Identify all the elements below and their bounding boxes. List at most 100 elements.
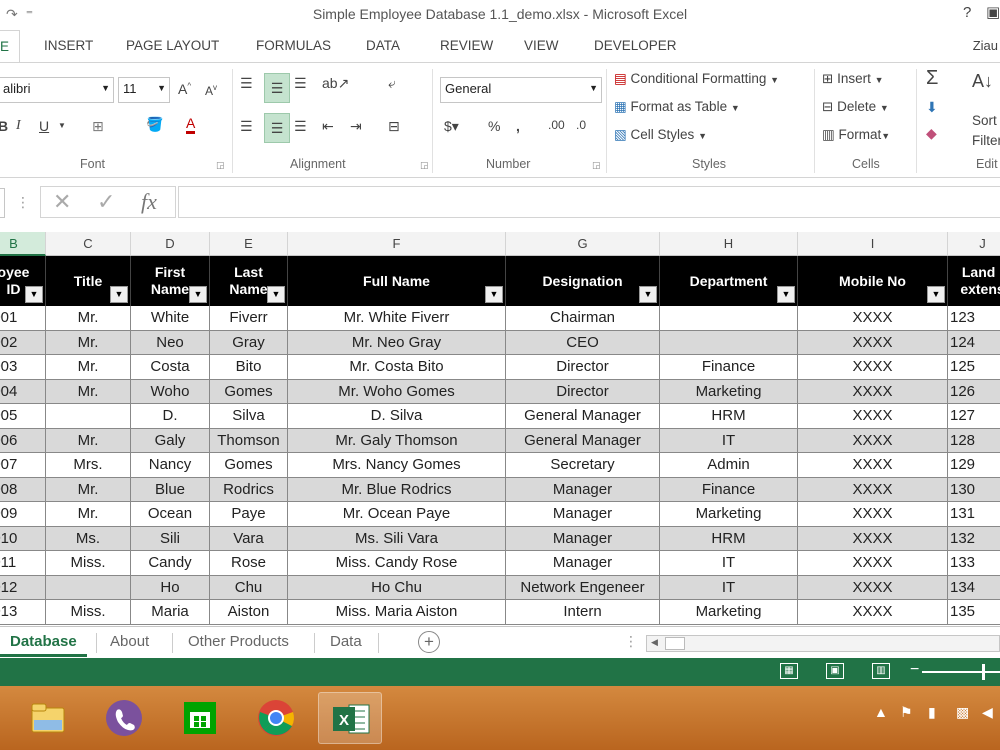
decrease-indent-icon[interactable]: ⇤ (322, 118, 334, 135)
italic-icon[interactable]: I (16, 118, 21, 134)
cell-full-name[interactable]: Mr. Costa Bito (288, 355, 506, 380)
cell-designation[interactable]: Manager (506, 526, 660, 551)
cell-department[interactable]: IT (660, 575, 798, 600)
cell-mobile-no[interactable]: XXXX (798, 575, 948, 600)
accounting-format-icon[interactable]: $▾ (444, 118, 459, 135)
cell-title[interactable]: Miss. (46, 600, 131, 625)
bold-icon[interactable]: B (0, 118, 8, 134)
cell-title[interactable]: Mr. (46, 306, 131, 331)
filter-dropdown-icon[interactable]: ▼ (110, 286, 128, 303)
format-as-table-button[interactable]: ▦ Format as Table ▼ (614, 99, 740, 115)
column-header-h[interactable]: H (660, 232, 798, 256)
cell-designation[interactable]: Intern (506, 600, 660, 625)
help-button[interactable]: ? (963, 4, 971, 21)
cell-title[interactable]: Mr. (46, 428, 131, 453)
cell-designation[interactable]: Chairman (506, 306, 660, 331)
column-header-j[interactable]: J (948, 232, 1000, 256)
cell-department[interactable]: IT (660, 551, 798, 576)
cell-mobile-no[interactable]: XXXX (798, 355, 948, 380)
cell-employee-id[interactable]: 5013 (0, 600, 46, 625)
underline-icon[interactable]: U (39, 118, 49, 134)
dialog-launcher-icon[interactable]: ◲ (420, 160, 429, 171)
cell-employee-id[interactable]: 5001 (0, 306, 46, 331)
cell-first-name[interactable]: Sili (131, 526, 210, 551)
align-bottom-icon[interactable]: ☰ (294, 75, 307, 92)
file-explorer-button[interactable] (16, 692, 80, 744)
cell-full-name[interactable]: Mr. Galy Thomson (288, 428, 506, 453)
align-top-icon[interactable]: ☰ (240, 75, 253, 92)
cell-land-extension[interactable]: 126 (948, 379, 1000, 404)
cell-employee-id[interactable]: 5003 (0, 355, 46, 380)
cell-designation[interactable]: Network Engeneer (506, 575, 660, 600)
cell-mobile-no[interactable]: XXXX (798, 453, 948, 478)
cell-employee-id[interactable]: 5008 (0, 477, 46, 502)
cell-mobile-no[interactable]: XXXX (798, 404, 948, 429)
cell-designation[interactable]: Director (506, 379, 660, 404)
tab-developer[interactable]: DEVELOPER (594, 38, 677, 53)
flag-icon[interactable]: ⚑ (900, 704, 913, 721)
cell-first-name[interactable]: Neo (131, 330, 210, 355)
align-middle-icon[interactable]: ☰ (264, 73, 290, 103)
cell-mobile-no[interactable]: XXXX (798, 551, 948, 576)
formula-input[interactable] (178, 186, 1000, 218)
font-color-icon[interactable]: A (186, 116, 196, 134)
cell-full-name[interactable]: D. Silva (288, 404, 506, 429)
cell-employee-id[interactable]: 5002 (0, 330, 46, 355)
sheet-tab-other-products[interactable]: Other Products (188, 633, 289, 650)
orientation-icon[interactable]: ab↗ (322, 75, 349, 92)
number-format-select[interactable]: General ▼ (440, 77, 602, 103)
cell-full-name[interactable]: Mr. Ocean Paye (288, 502, 506, 527)
merge-center-icon[interactable]: ⊟ (388, 118, 400, 135)
cell-full-name[interactable]: Miss. Candy Rose (288, 551, 506, 576)
tab-split-handle-icon[interactable]: ⋮ (624, 633, 638, 650)
cell-department[interactable]: Marketing (660, 502, 798, 527)
more-icon[interactable]: ⋮ (16, 194, 30, 211)
cell-department[interactable]: Marketing (660, 600, 798, 625)
chevron-down-icon[interactable]: ▼ (58, 121, 66, 130)
column-header-b[interactable]: B (0, 232, 46, 256)
align-left-icon[interactable]: ☰ (240, 118, 253, 135)
autosum-icon[interactable]: Σ (926, 67, 938, 90)
cell-full-name[interactable]: Mr. Neo Gray (288, 330, 506, 355)
cell-title[interactable]: Miss. (46, 551, 131, 576)
name-box[interactable] (0, 188, 5, 218)
cell-full-name[interactable]: Miss. Maria Aiston (288, 600, 506, 625)
font-size-select[interactable]: 11 ▼ (118, 77, 170, 103)
column-header-f[interactable]: F (288, 232, 506, 256)
column-header-d[interactable]: D (131, 232, 210, 256)
cell-employee-id[interactable]: 5004 (0, 379, 46, 404)
cell-styles-button[interactable]: ▧ Cell Styles ▼ (614, 127, 707, 143)
increase-indent-icon[interactable]: ⇥ (350, 118, 362, 135)
tab-home[interactable]: E (0, 30, 21, 63)
cell-last-name[interactable]: Aiston (210, 600, 288, 625)
cell-land-extension[interactable]: 127 (948, 404, 1000, 429)
sheet-tab-about[interactable]: About (110, 633, 149, 650)
column-header-c[interactable]: C (46, 232, 131, 256)
cell-land-extension[interactable]: 133 (948, 551, 1000, 576)
cell-first-name[interactable]: Galy (131, 428, 210, 453)
cell-department[interactable]: HRM (660, 404, 798, 429)
cell-mobile-no[interactable]: XXXX (798, 428, 948, 453)
cell-last-name[interactable]: Thomson (210, 428, 288, 453)
cell-title[interactable]: Mr. (46, 477, 131, 502)
tab-review[interactable]: REVIEW (440, 38, 493, 53)
filter-dropdown-icon[interactable]: ▼ (639, 286, 657, 303)
cell-employee-id[interactable]: 5012 (0, 575, 46, 600)
cell-department[interactable]: Admin (660, 453, 798, 478)
cell-title[interactable]: Mr. (46, 502, 131, 527)
network-icon[interactable]: ▩ (956, 704, 969, 721)
cell-designation[interactable]: Manager (506, 502, 660, 527)
cell-mobile-no[interactable]: XXXX (798, 502, 948, 527)
decrease-decimal-icon[interactable]: .0 (576, 118, 586, 132)
cell-first-name[interactable]: D. (131, 404, 210, 429)
show-hidden-icons-icon[interactable]: ▲ (874, 704, 888, 720)
cell-designation[interactable]: General Manager (506, 404, 660, 429)
cell-first-name[interactable]: Candy (131, 551, 210, 576)
cell-first-name[interactable]: Ocean (131, 502, 210, 527)
cell-first-name[interactable]: Woho (131, 379, 210, 404)
insert-function-icon[interactable]: fx (141, 189, 157, 215)
ribbon-display-options-icon[interactable]: ▣ (986, 3, 1000, 21)
cell-mobile-no[interactable]: XXXX (798, 306, 948, 331)
cell-land-extension[interactable]: 135 (948, 600, 1000, 625)
cell-land-extension[interactable]: 129 (948, 453, 1000, 478)
